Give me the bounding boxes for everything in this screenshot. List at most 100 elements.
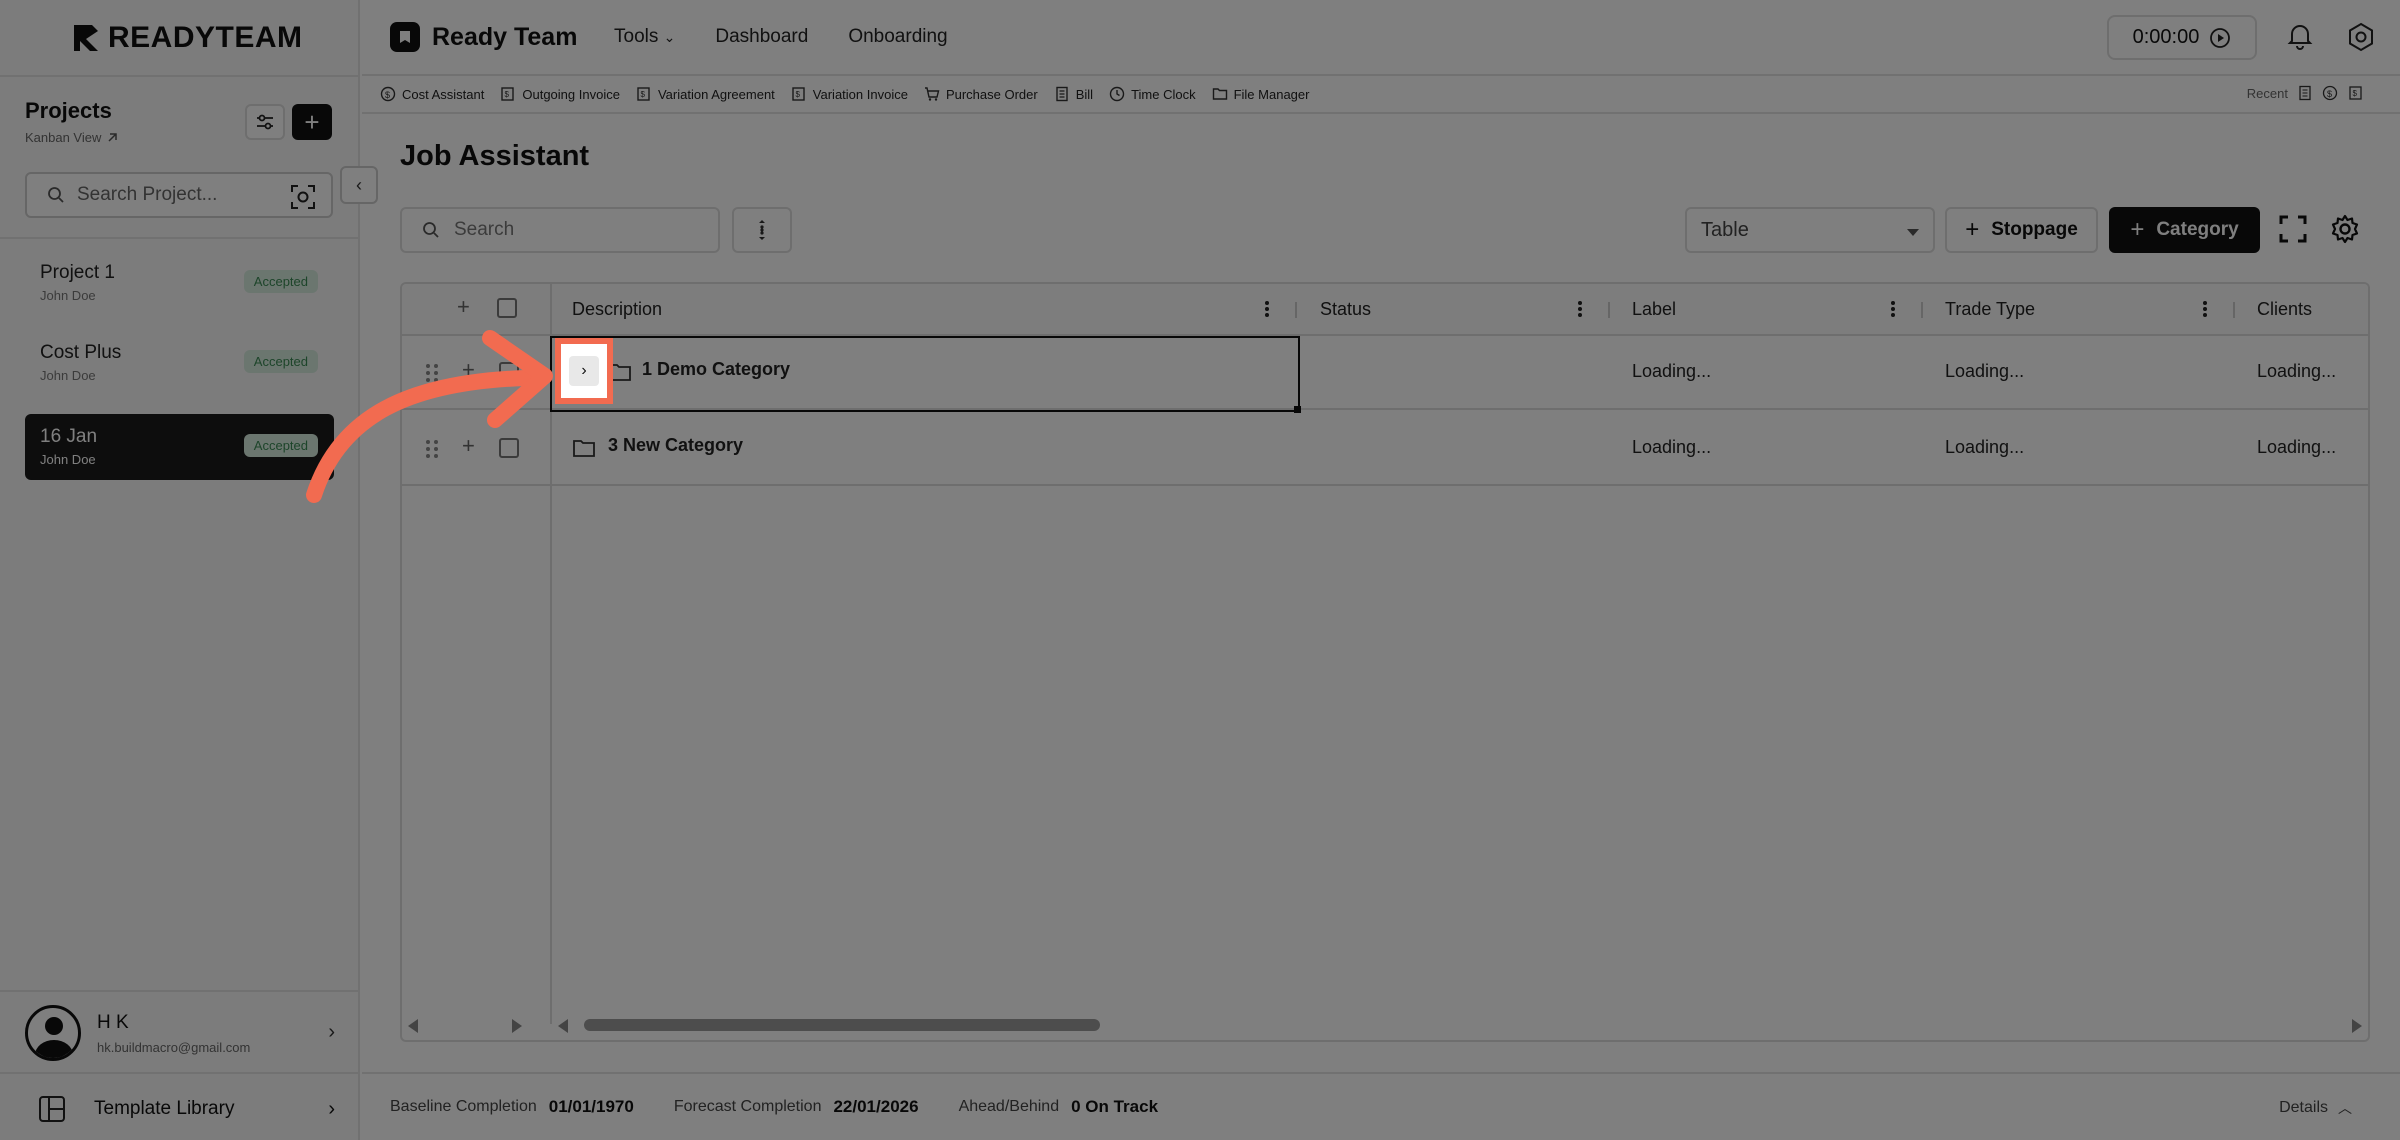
tool-label: Purchase Order <box>945 86 1038 102</box>
select-all-checkbox[interactable] <box>497 298 517 318</box>
add-category-button[interactable]: + Category <box>2109 207 2260 253</box>
timer[interactable]: 0:00:00 <box>2107 15 2257 60</box>
job-table: + Description Status Label Trade Type Cl… <box>400 282 2370 1042</box>
fullscreen-icon[interactable] <box>2278 214 2308 244</box>
status-badge: Accepted <box>243 350 318 373</box>
scroll-right-icon[interactable] <box>2352 1019 2362 1033</box>
add-subrow-icon[interactable]: + <box>462 433 475 459</box>
baseline-value: 01/01/1970 <box>548 1097 634 1116</box>
column-menu-icon[interactable] <box>1577 298 1583 320</box>
nav-dashboard[interactable]: Dashboard <box>715 26 808 48</box>
nav-tools-label: Tools <box>614 26 659 47</box>
recent-label: Recent <box>2246 85 2288 101</box>
brand[interactable]: Ready Team <box>390 22 577 52</box>
quick-tools-bar: $ Cost Assistant $ Outgoing Invoice $ Varia… <box>362 76 2400 114</box>
cart-icon <box>924 87 940 101</box>
details-toggle[interactable]: Details ︿ <box>2279 1098 2352 1118</box>
tool-variation-agreement[interactable]: $ Variation Agreement <box>636 86 775 102</box>
chevron-right-icon: › <box>328 1021 335 1043</box>
tool-cost-assistant[interactable]: $ Cost Assistant <box>380 86 484 102</box>
column-menu-icon[interactable] <box>1264 298 1270 320</box>
add-row-icon[interactable]: + <box>457 294 470 320</box>
category-name[interactable]: 3 New Category <box>608 435 743 456</box>
add-stoppage-button[interactable]: + Stoppage <box>1945 207 2098 253</box>
kanban-view-link[interactable]: Kanban View <box>25 130 118 145</box>
scrollbar-thumb[interactable] <box>584 1019 1100 1031</box>
logo: READYTEAM <box>72 21 303 54</box>
readyteam-logo-icon <box>74 25 98 51</box>
scroll-left-icon[interactable] <box>558 1019 568 1033</box>
avatar <box>25 1005 81 1061</box>
receipt-icon[interactable] <box>2298 85 2312 101</box>
drag-handle-icon[interactable] <box>425 362 439 384</box>
arrow-up-right-icon <box>108 133 118 142</box>
brand-icon <box>390 22 420 52</box>
tool-bill[interactable]: Bill <box>1054 86 1093 102</box>
tool-time-clock[interactable]: Time Clock <box>1109 86 1196 102</box>
view-select-value: Table <box>1701 218 1749 241</box>
job-search-field[interactable]: Search <box>400 207 720 253</box>
user-name: H K <box>97 1011 129 1033</box>
row-checkbox[interactable] <box>499 362 519 382</box>
row-checkbox[interactable] <box>499 438 519 458</box>
category-label: Category <box>2156 219 2239 240</box>
scroll-right-icon[interactable] <box>512 1019 522 1033</box>
scan-icon[interactable] <box>290 184 316 210</box>
kanban-view-label: Kanban View <box>25 130 102 145</box>
project-search-field[interactable]: Search Project... <box>25 172 333 218</box>
tool-outgoing-invoice[interactable]: $ Outgoing Invoice <box>500 86 620 102</box>
project-card[interactable]: Project 1 John Doe Accepted <box>25 250 334 316</box>
plus-icon: + <box>1965 216 1980 243</box>
drag-handle-icon[interactable] <box>425 438 439 460</box>
folder-icon <box>1212 88 1227 100</box>
tutorial-highlight[interactable]: › <box>555 338 613 404</box>
table-header: + Description Status Label Trade Type Cl… <box>402 284 2368 336</box>
project-card-active[interactable]: 16 Jan John Doe Accepted <box>25 414 334 480</box>
gear-icon[interactable] <box>2330 214 2360 244</box>
invoice-icon: $ <box>501 87 515 101</box>
top-header: Ready Team Tools ⌄ Dashboard Onboarding … <box>362 0 2400 76</box>
tool-purchase-order[interactable]: Purchase Order <box>924 86 1038 102</box>
filter-button[interactable] <box>245 104 285 140</box>
project-card[interactable]: Cost Plus John Doe Accepted <box>25 330 334 396</box>
nav-tools[interactable]: Tools ⌄ <box>614 26 675 48</box>
details-label: Details <box>2279 1099 2328 1116</box>
chevron-right-icon: › <box>569 356 599 386</box>
svg-text:$: $ <box>385 90 390 100</box>
tool-file-manager[interactable]: File Manager <box>1212 86 1309 102</box>
search-icon <box>48 187 64 203</box>
vertical-dots-arrows-icon <box>759 220 765 240</box>
settings-hex-icon[interactable] <box>2346 22 2376 52</box>
horizontal-scrollbar[interactable] <box>402 1012 2368 1038</box>
dollar-circle-icon: $ <box>380 86 396 102</box>
col-description[interactable]: Description <box>572 299 662 320</box>
template-library-link[interactable]: Template Library › <box>38 1092 335 1126</box>
collapse-sidebar-button[interactable]: ‹ <box>340 166 378 204</box>
invoice-icon: $ <box>637 87 650 101</box>
col-trade-type[interactable]: Trade Type <box>1945 299 2035 320</box>
svg-text:$: $ <box>2327 89 2332 99</box>
tool-variation-invoice[interactable]: $ Variation Invoice <box>791 86 908 102</box>
column-menu-icon[interactable] <box>1890 298 1896 320</box>
table-row[interactable]: + 3 New Category Loading... Loading... L… <box>402 412 2368 486</box>
scroll-left-icon[interactable] <box>408 1019 418 1033</box>
col-label[interactable]: Label <box>1632 299 1676 320</box>
column-menu-icon[interactable] <box>2202 298 2208 320</box>
add-subrow-icon[interactable]: + <box>462 357 475 383</box>
row-density-button[interactable] <box>732 207 792 253</box>
play-icon[interactable] <box>2209 27 2231 49</box>
add-project-button[interactable]: + <box>292 104 332 140</box>
col-clients[interactable]: Clients <box>2257 299 2312 320</box>
user-profile[interactable]: H K hk.buildmacro@gmail.com › <box>25 1003 335 1063</box>
ahead-behind-value: 0 On Track <box>1071 1097 1159 1116</box>
selected-cell-outline <box>550 336 1301 413</box>
tool-label: Variation Invoice <box>812 86 908 102</box>
nav-onboarding[interactable]: Onboarding <box>848 26 947 48</box>
view-select[interactable]: Table <box>1685 207 1935 253</box>
invoice-icon[interactable]: $ <box>2348 85 2364 101</box>
col-status[interactable]: Status <box>1320 299 1371 320</box>
dollar-circle-icon[interactable]: $ <box>2322 85 2338 101</box>
plus-icon: + <box>2130 216 2145 243</box>
bell-icon[interactable] <box>2287 22 2313 50</box>
stoppage-label: Stoppage <box>1991 219 2078 240</box>
